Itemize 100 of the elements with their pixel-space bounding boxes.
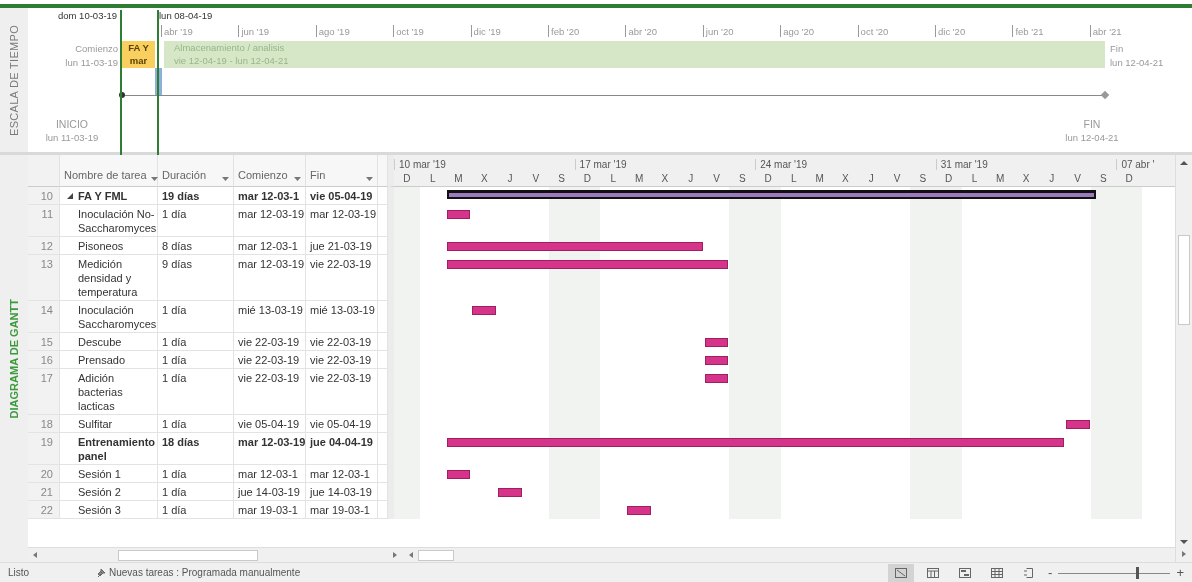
task-duration: 1 día [158, 501, 234, 519]
task-name: Descube [78, 335, 123, 349]
scrollbar-thumb[interactable] [1178, 235, 1190, 325]
dropdown-arrow-icon[interactable] [294, 177, 301, 181]
day-label: S [557, 172, 566, 184]
start-date: mar 12-03-19 [234, 433, 306, 465]
bar-title: Almacenamiento / analisis [174, 42, 285, 53]
scroll-right-icon[interactable] [1181, 550, 1187, 558]
month-label: oct '20 [857, 25, 889, 37]
month-label: abr '20 [625, 25, 658, 37]
task-duration: 1 día [158, 333, 234, 351]
date-label: dom 10-03-19 [58, 10, 118, 21]
finish-date: vie 22-03-19 [306, 369, 378, 415]
day-label: V [1073, 172, 1082, 184]
start-date: mar 12-03-19 [234, 205, 306, 237]
row-number: 22 [28, 501, 60, 519]
finish-date: vie 05-04-19 [306, 187, 378, 205]
view-icon [894, 566, 909, 579]
day-label: L [428, 172, 437, 184]
task-bar [498, 488, 522, 497]
week-label: 31 mar '19 [935, 159, 1117, 170]
task-name: Prensado [78, 353, 127, 367]
dropdown-arrow-icon[interactable] [222, 177, 229, 181]
scroll-up-icon[interactable] [1179, 159, 1189, 167]
start-date: vie 05-04-19 [234, 415, 306, 433]
start-date: jue 14-03-19 [234, 483, 306, 501]
task-duration: 1 día [158, 465, 234, 483]
scroll-left-icon[interactable] [408, 551, 414, 559]
collapse-triangle-icon[interactable] [66, 192, 74, 200]
row-number: 13 [28, 255, 60, 301]
month-label: feb '20 [548, 25, 580, 37]
task-bar [446, 210, 471, 219]
view-icon [926, 566, 941, 579]
task-duration: 1 día [158, 351, 234, 369]
zoom-in-button[interactable]: + [1176, 565, 1184, 580]
day-label: J [506, 172, 514, 184]
panel-title: ESCALA DE TIEMPO [8, 24, 20, 136]
row-number: 11 [28, 205, 60, 237]
bar-title: FA Y [128, 42, 149, 53]
day-label: X [841, 172, 850, 184]
view-button[interactable] [888, 563, 915, 582]
column-title: Comienzo [238, 169, 288, 181]
finish-date: vie 22-03-19 [306, 333, 378, 351]
column-title: Nombre de tarea [64, 169, 147, 181]
task-bar [704, 374, 729, 383]
task-name: Sesión 3 [78, 503, 122, 517]
task-bar [1065, 420, 1090, 429]
day-label: L [970, 172, 979, 184]
row-number: 18 [28, 415, 60, 433]
slider-thumb[interactable] [1135, 566, 1139, 579]
scroll-left-icon[interactable] [32, 551, 38, 559]
dropdown-arrow-icon[interactable] [150, 177, 158, 181]
day-label: D [402, 172, 412, 184]
finish-date: mié 13-03-19 [306, 301, 378, 333]
day-label: X [1021, 172, 1031, 184]
pin-icon [95, 567, 106, 578]
row-number: 15 [28, 333, 60, 351]
view-icon [958, 566, 973, 579]
scrollbar-thumb[interactable] [118, 549, 258, 561]
day-label: V [892, 172, 902, 184]
day-label: J [687, 172, 695, 184]
zoom-out-button[interactable]: - [1048, 565, 1053, 580]
row-number: 19 [28, 433, 60, 465]
task-duration: 1 día [158, 301, 234, 333]
status-text[interactable]: Nuevas tareas : Programada manualmente [109, 567, 301, 578]
task-duration: 1 día [158, 205, 234, 237]
task-duration: 1 día [158, 369, 234, 415]
month-label: dic '19 [470, 25, 501, 37]
scroll-right-icon[interactable] [392, 551, 398, 559]
bar-dates: mar [129, 55, 148, 66]
day-label: S [737, 172, 747, 184]
start-date: mar 12-03-1 [234, 187, 306, 205]
milestone-label: INICIO [54, 117, 90, 131]
finish-date: jue 14-03-19 [306, 483, 378, 501]
row-number: 10 [28, 187, 60, 205]
finish-date: vie 22-03-19 [306, 255, 378, 301]
day-label: M [814, 172, 825, 184]
dropdown-arrow-icon[interactable] [366, 177, 373, 181]
row-number: 21 [28, 483, 60, 501]
start-date: mar 12-03-1 [234, 237, 306, 255]
day-label: X [660, 172, 670, 184]
month-label: ago '20 [780, 25, 815, 37]
scroll-down-icon[interactable] [1179, 538, 1189, 546]
task-name: Sesión 2 [78, 485, 122, 499]
week-label: 24 mar '19 [755, 159, 936, 170]
day-label: V [531, 172, 541, 184]
range-marker[interactable] [120, 10, 122, 155]
task-bar [472, 306, 497, 315]
scrollbar-thumb[interactable] [418, 549, 454, 561]
day-label: M [633, 172, 645, 184]
day-label: S [1099, 172, 1108, 184]
start-date: mié 13-03-19 [234, 301, 306, 333]
milestone-date: lun 11-03-19 [45, 132, 99, 143]
day-label: L [790, 172, 798, 184]
task-name: Pisoneos [78, 239, 125, 253]
task-duration: 9 días [158, 255, 234, 301]
range-marker[interactable] [157, 10, 159, 155]
day-label: J [867, 172, 875, 184]
column-title: Fin [310, 169, 326, 181]
start-date: lun 11-03-19 [65, 57, 118, 68]
